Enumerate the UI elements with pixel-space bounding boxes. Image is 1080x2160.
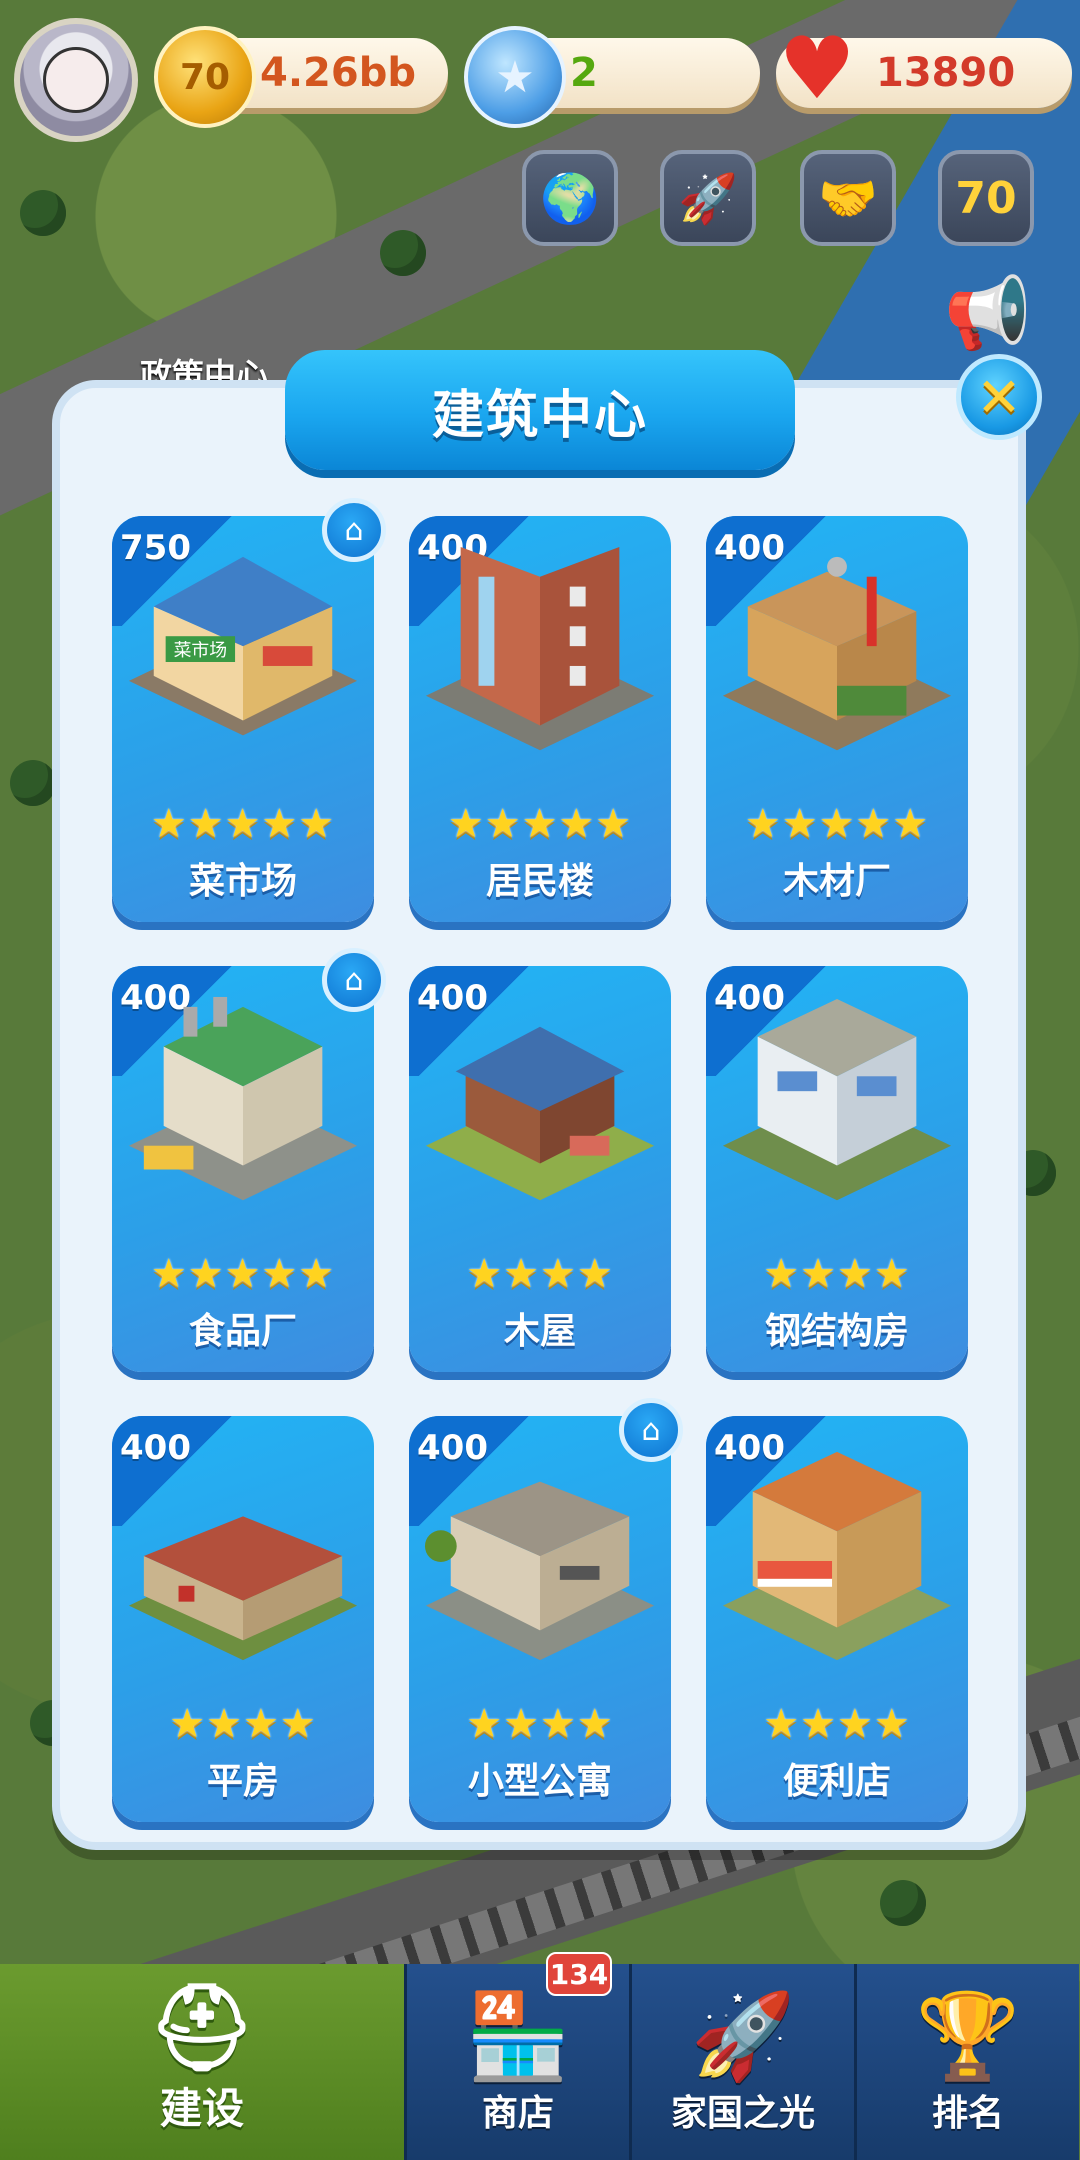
coin-amount: 4.26bb: [260, 50, 416, 96]
building-card[interactable]: 400 ★★★★★ 居民楼: [409, 516, 671, 922]
building-card[interactable]: 400 ⌂ ★★★★★ 食品厂: [112, 948, 386, 1372]
food-factory-image: [128, 996, 358, 1201]
tree: [20, 190, 66, 236]
nav-homeland-label: 家国之光: [670, 2093, 815, 2134]
lumber-mill-image: [722, 556, 952, 751]
hard-hat-icon: ⛑: [148, 1978, 256, 2076]
star-rating: ★★★★★: [150, 1251, 336, 1297]
tree: [10, 760, 56, 806]
star-rating: ★★★★: [466, 1251, 614, 1297]
building-grid: 750 ⌂ 菜市场 ★★★★★ 菜市场 400 ★★★★★ 居民楼 400 ★★…: [112, 498, 968, 1826]
nav-shop-label: 商店: [481, 2093, 554, 2134]
star-rating: ★★★★: [763, 1701, 911, 1747]
dialog-title: 建筑中心: [285, 350, 795, 470]
convenience-store-image: [722, 1451, 952, 1661]
svg-text:菜市场: 菜市场: [174, 640, 228, 661]
heart-amount: 13890: [876, 50, 1016, 96]
globe-icon: 🌍: [540, 170, 600, 227]
building-name: 菜市场: [188, 861, 297, 902]
rocket-icon: 🚀: [678, 170, 738, 227]
tree: [880, 1880, 926, 1926]
building-card[interactable]: 400 ★★★★ 钢结构房: [706, 966, 968, 1372]
globe-button[interactable]: 🌍: [522, 150, 618, 246]
building-name: 木屋: [503, 1311, 576, 1352]
building-card[interactable]: 400 ⌂ ★★★★ 小型公寓: [409, 1398, 683, 1822]
coin-counter[interactable]: 70 4.26bb: [154, 26, 448, 128]
building-card[interactable]: 750 ⌂ 菜市场 ★★★★★ 菜市场: [112, 498, 386, 922]
building-name: 平房: [206, 1761, 279, 1802]
rocket-button[interactable]: 🚀: [660, 150, 756, 246]
close-button[interactable]: ✕: [956, 354, 1042, 440]
tree: [380, 230, 426, 276]
building-name: 木材厂: [782, 861, 891, 902]
small-apartment-image: [424, 1481, 655, 1661]
star-rating: ★★★★★: [447, 801, 633, 847]
star-rating: ★★★★★: [150, 801, 336, 847]
rocket-icon: 🚀: [690, 1987, 796, 2085]
building-card[interactable]: 400 ★★★★★ 木材厂: [706, 516, 968, 922]
building-name: 小型公寓: [467, 1761, 612, 1802]
announcement-speaker-icon[interactable]: 📢: [940, 265, 1036, 361]
building-card[interactable]: 400 ★★★★ 木屋: [409, 966, 671, 1372]
star-rating: ★★★★: [763, 1251, 911, 1297]
nav-homeland[interactable]: 🚀 家国之光: [629, 1964, 854, 2160]
star-counter[interactable]: ★ 2: [464, 26, 760, 128]
residential-building-image: [425, 546, 655, 751]
handshake-icon: 🤝: [818, 170, 878, 227]
anniversary-icon: 70: [955, 172, 1017, 224]
nav-rank-label: 排名: [931, 2093, 1004, 2134]
building-name: 便利店: [782, 1761, 891, 1802]
building-card[interactable]: 400 ★★★★ 平房: [112, 1416, 374, 1822]
close-icon: ✕: [976, 365, 1022, 429]
star-icon: ★: [464, 26, 566, 128]
building-card[interactable]: 400 ★★★★ 便利店: [706, 1416, 968, 1822]
heart-counter[interactable]: ♥ 13890: [776, 19, 1072, 119]
star-rating: ★★★★★: [744, 801, 930, 847]
coin-icon: 70: [154, 26, 256, 128]
podium-icon: 🏆: [915, 1987, 1021, 2085]
shop-icon: 🏪: [465, 1987, 571, 2085]
market-building-image: 菜市场: [128, 556, 358, 736]
star-rating: ★★★★: [169, 1701, 317, 1747]
building-name: 居民楼: [485, 861, 594, 902]
player-avatar[interactable]: [14, 18, 138, 142]
shop-count-badge: 134: [546, 1952, 612, 1996]
bungalow-image: [128, 1516, 358, 1661]
nav-build[interactable]: ⛑ 建设: [0, 1964, 404, 2160]
star-rating: ★★★★: [466, 1701, 614, 1747]
wooden-house-image: [425, 1026, 655, 1201]
steel-frame-house-image: [722, 998, 952, 1201]
star-amount: 2: [570, 50, 598, 96]
avatar-face: [43, 47, 109, 113]
heart-icon: ♥: [778, 19, 856, 119]
bottom-nav: ⛑ 建设 🏪 商店 🚀 家国之光 🏆 排名: [0, 1964, 1080, 2160]
nav-build-label: 建设: [159, 2084, 244, 2133]
handshake-button[interactable]: 🤝: [800, 150, 896, 246]
building-name: 钢结构房: [764, 1311, 909, 1352]
anniversary-button[interactable]: 70: [938, 150, 1034, 246]
nav-rank[interactable]: 🏆 排名: [854, 1964, 1079, 2160]
building-name: 食品厂: [188, 1311, 297, 1352]
